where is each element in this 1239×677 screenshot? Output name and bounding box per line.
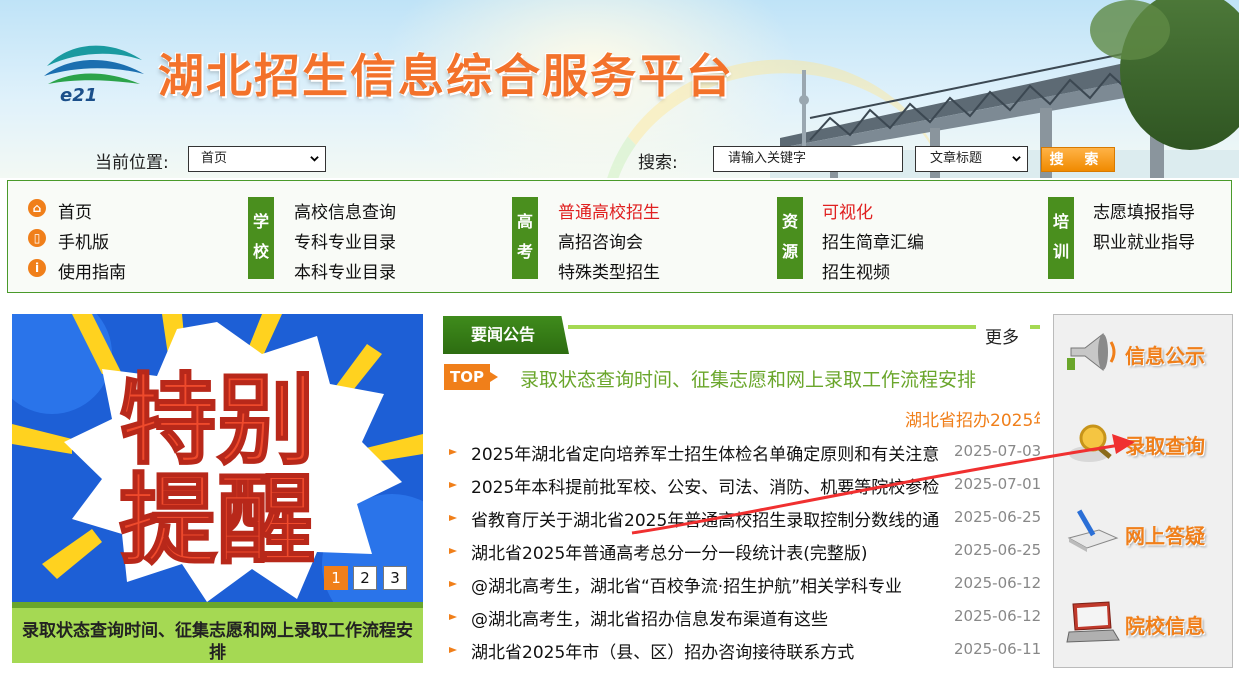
- nav-tag-label: 高考: [516, 212, 533, 261]
- top-badge: TOP: [444, 364, 498, 390]
- promo-big-text-1: 特别: [119, 364, 315, 478]
- sidebar-item-admission-query[interactable]: 录取查询: [1063, 412, 1228, 472]
- news-date: 2025-06-12: [954, 574, 1042, 592]
- bullet-icon: [449, 581, 457, 587]
- location-label: 当前位置:: [95, 153, 169, 173]
- nav-videos[interactable]: 招生视频: [822, 258, 890, 283]
- mobile-icon: ▯: [28, 229, 46, 247]
- news-date: 2025-06-12: [954, 607, 1042, 625]
- sidebar-item-info-public[interactable]: 信息公示: [1063, 322, 1228, 382]
- news-item[interactable]: 湖北省2025年普通高考总分一分一段统计表(完整版) 2025-06-25: [446, 537, 1041, 567]
- location-select-value: 首页: [201, 151, 228, 166]
- more-link[interactable]: 更多: [985, 323, 1019, 348]
- search-type-value: 文章标题: [930, 151, 983, 166]
- news-date: 2025-06-25: [954, 508, 1042, 526]
- news-title[interactable]: 湖北省2025年普通高考总分一分一段统计表(完整版): [471, 539, 949, 564]
- news-item[interactable]: @湖北高考生，湖北省“百校争流·招生护航”相关学科专业 2025-06-12: [446, 570, 1041, 600]
- nav-consult-fair[interactable]: 高招咨询会: [558, 228, 643, 253]
- bullet-icon: [449, 548, 457, 554]
- search-label: 搜索:: [638, 153, 678, 173]
- nav-tag-school: 学校: [248, 197, 274, 279]
- nav-special-admission[interactable]: 特殊类型招生: [558, 258, 660, 283]
- news-divider: [568, 325, 976, 329]
- nav-career-guide[interactable]: 职业就业指导: [1093, 228, 1195, 253]
- search-type-select[interactable]: 文章标题: [915, 146, 1028, 172]
- promo-illustration: 特别 提醒: [12, 314, 423, 602]
- promo-big-text-2: 提醒: [119, 464, 315, 578]
- nav-general-admission[interactable]: 普通高校招生: [558, 198, 660, 223]
- nav-tag-label: 资源: [781, 212, 798, 261]
- news-item[interactable]: 2025年本科提前批军校、公安、司法、消防、机要等院校参检 2025-07-01: [446, 471, 1041, 501]
- nav-tag-label: 学校: [252, 212, 269, 261]
- promo-slide[interactable]: 特别 提醒: [12, 314, 423, 602]
- nav-school-info[interactable]: 高校信息查询: [294, 198, 396, 223]
- bullet-icon: [449, 482, 457, 488]
- sidebar-label: 信息公示: [1125, 344, 1205, 368]
- sidebar-item-online-qa[interactable]: 网上答疑: [1063, 502, 1228, 562]
- news-item[interactable]: 2025年湖北省定向培养军士招生体检名单确定原则和有关注意 2025-07-03: [446, 438, 1041, 468]
- nav-tag-resources: 资源: [777, 197, 803, 279]
- chevron-down-icon: [1012, 156, 1021, 162]
- nav-tag-gaokao: 高考: [512, 197, 538, 279]
- chevron-down-icon: [310, 156, 319, 162]
- news-item[interactable]: @湖北高考生，湖北省招办信息发布渠道有这些 2025-06-12: [446, 603, 1041, 633]
- pen-book-icon: [1067, 509, 1119, 552]
- laptop-icon: [1066, 601, 1120, 643]
- news-title[interactable]: 2025年湖北省定向培养军士招生体检名单确定原则和有关注意: [471, 440, 949, 465]
- nav-bachelor-majors[interactable]: 本科专业目录: [294, 258, 396, 283]
- news-title[interactable]: 2025年本科提前批军校、公安、司法、消防、机要等院校参检: [471, 473, 949, 498]
- nav-tag-label: 培训: [1052, 212, 1069, 261]
- news-date: 2025-06-11: [954, 640, 1042, 658]
- nav-junior-majors[interactable]: 专科专业目录: [294, 228, 396, 253]
- bullet-icon: [449, 515, 457, 521]
- top-news-link[interactable]: 录取状态查询时间、征集志愿和网上录取工作流程安排: [520, 365, 976, 392]
- news-item[interactable]: 湖北省2025年市（县、区）招办咨询接待联系方式 2025-06-11: [446, 636, 1041, 666]
- pager-3[interactable]: 3: [383, 566, 407, 590]
- nav-brochures[interactable]: 招生简章汇编: [822, 228, 924, 253]
- promo-caption[interactable]: 录取状态查询时间、征集志愿和网上录取工作流程安排: [12, 602, 423, 663]
- search-input[interactable]: 请输入关键字: [713, 146, 903, 172]
- info-icon: i: [28, 259, 46, 277]
- megaphone-icon: [1067, 332, 1116, 372]
- nav-home[interactable]: 首页: [58, 198, 92, 223]
- bullet-icon: [449, 449, 457, 455]
- pager-1[interactable]: 1: [324, 566, 348, 590]
- site-title: 湖北招生信息综合服务平台: [158, 49, 734, 103]
- bullet-icon: [449, 647, 457, 653]
- e21-logo: e21: [44, 45, 144, 104]
- search-placeholder: 请输入关键字: [728, 151, 807, 166]
- sidebar-item-school-info[interactable]: 院校信息: [1063, 592, 1228, 652]
- nav-mobile[interactable]: 手机版: [58, 228, 109, 253]
- news-title[interactable]: 湖北省2025年市（县、区）招办咨询接待联系方式: [471, 638, 949, 663]
- home-icon: ⌂: [28, 199, 46, 217]
- news-title[interactable]: @湖北高考生，湖北省“百校争流·招生护航”相关学科专业: [471, 572, 949, 597]
- news-date: 2025-07-03: [954, 442, 1042, 460]
- nav-visualization[interactable]: 可视化: [822, 198, 873, 223]
- bullet-icon: [449, 614, 457, 620]
- location-select[interactable]: 首页: [188, 146, 326, 172]
- nav-guide[interactable]: 使用指南: [58, 258, 126, 283]
- search-magnifier-icon: [1069, 424, 1112, 462]
- news-marquee[interactable]: 湖北省招办2025年: [905, 406, 1040, 431]
- news-date: 2025-06-25: [954, 541, 1042, 559]
- news-title[interactable]: @湖北高考生，湖北省招办信息发布渠道有这些: [471, 605, 949, 630]
- sidebar-label: 网上答疑: [1125, 524, 1205, 548]
- sidebar-label: 院校信息: [1125, 614, 1205, 638]
- nav-application-guide[interactable]: 志愿填报指导: [1093, 198, 1195, 223]
- search-button[interactable]: 搜 索: [1041, 147, 1115, 172]
- news-title[interactable]: 省教育厅关于湖北省2025年普通高校招生录取控制分数线的通: [471, 506, 949, 531]
- news-divider-end: [1030, 325, 1040, 329]
- sidebar-label: 录取查询: [1125, 434, 1205, 458]
- news-item[interactable]: 省教育厅关于湖北省2025年普通高校招生录取控制分数线的通 2025-06-25: [446, 504, 1041, 534]
- news-tab[interactable]: 要闻公告: [443, 316, 569, 354]
- nav-tag-training: 培训: [1048, 197, 1074, 279]
- news-date: 2025-07-01: [954, 475, 1042, 493]
- logo-text: e21: [60, 85, 97, 104]
- pager-2[interactable]: 2: [353, 566, 377, 590]
